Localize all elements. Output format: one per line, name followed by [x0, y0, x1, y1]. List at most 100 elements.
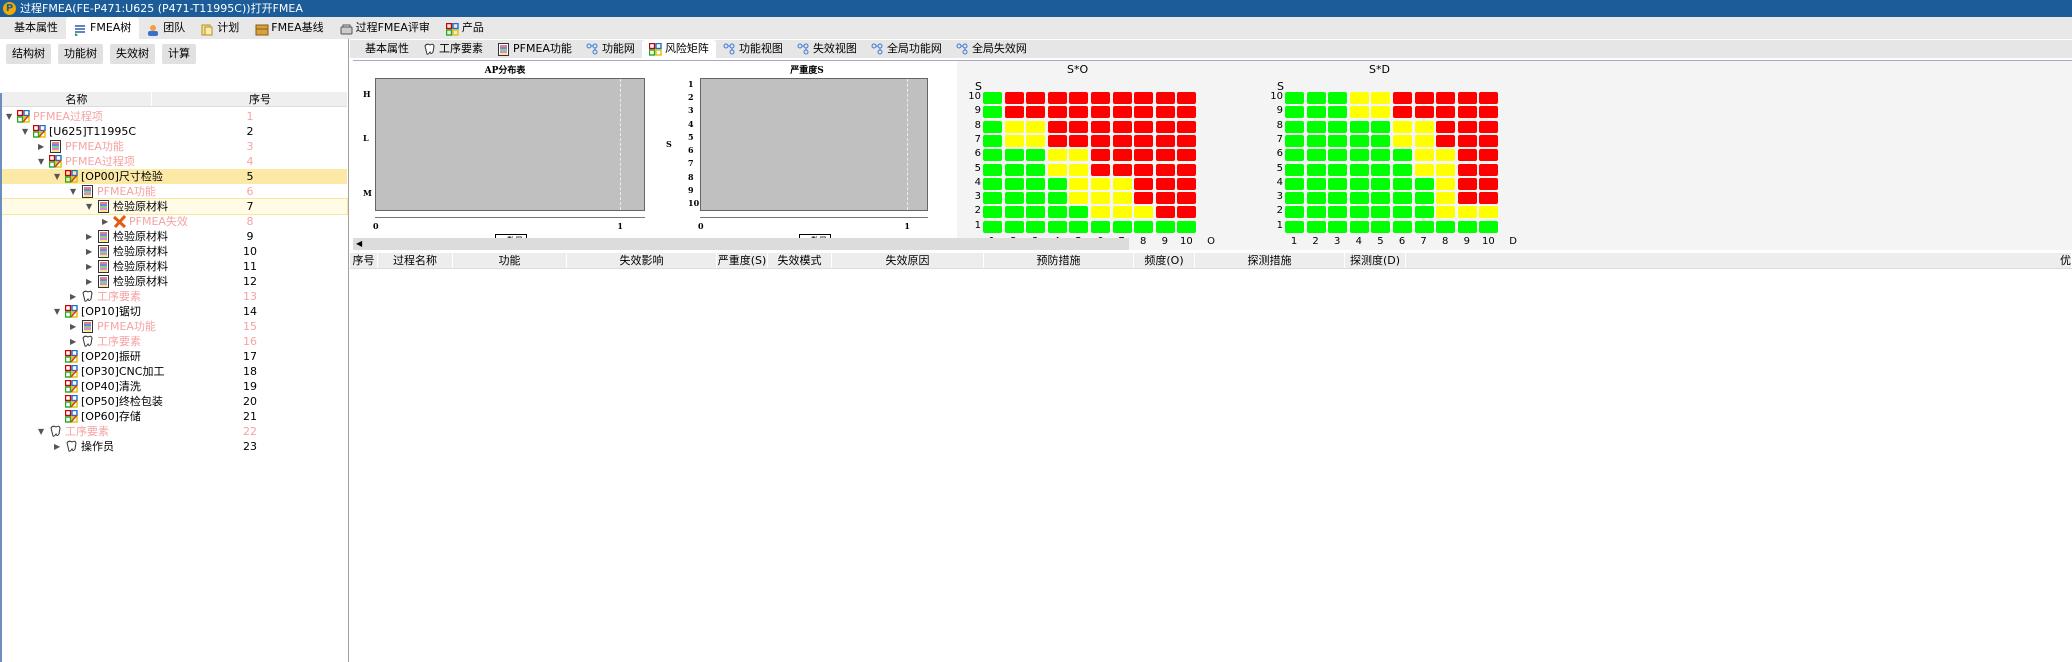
expanded-arrow-icon[interactable]: ▼: [38, 154, 46, 169]
table-column-header[interactable]: 序号: [350, 253, 378, 268]
collapsed-arrow-icon[interactable]: ▶: [38, 139, 46, 154]
top-tab-3[interactable]: 计划: [193, 17, 247, 39]
matrix-cell[interactable]: [1177, 134, 1197, 147]
matrix-cell[interactable]: [1155, 134, 1175, 147]
top-tab-5[interactable]: 过程FMEA评审: [332, 17, 438, 39]
tree-row[interactable]: ▼ PFMEA功能 6: [2, 184, 347, 199]
matrix-cell[interactable]: [1026, 177, 1046, 190]
matrix-cell[interactable]: [1177, 220, 1197, 233]
matrix-cell[interactable]: [1047, 92, 1067, 104]
matrix-cell[interactable]: [1371, 177, 1391, 190]
matrix-cell[interactable]: [1047, 177, 1067, 190]
matrix-cell[interactable]: [1091, 220, 1110, 233]
matrix-cell[interactable]: [1047, 120, 1067, 133]
matrix-cell[interactable]: [1091, 206, 1110, 219]
matrix-cell[interactable]: [1414, 106, 1434, 119]
matrix-cell[interactable]: [1004, 149, 1024, 162]
matrix-cell[interactable]: [1177, 92, 1197, 104]
matrix-cell[interactable]: [1134, 206, 1154, 219]
matrix-cell[interactable]: [1479, 206, 1499, 219]
matrix-cell[interactable]: [1112, 220, 1132, 233]
matrix-cell[interactable]: [1349, 206, 1369, 219]
matrix-cell[interactable]: [1047, 192, 1067, 205]
tree-mode-button-1[interactable]: 功能树: [58, 44, 103, 64]
matrix-cell[interactable]: [1371, 192, 1391, 205]
matrix-cell[interactable]: [1349, 134, 1369, 147]
collapsed-arrow-icon[interactable]: ▶: [70, 334, 78, 349]
matrix-cell[interactable]: [1155, 106, 1175, 119]
matrix-cell[interactable]: [1177, 106, 1197, 119]
table-column-header[interactable]: 功能: [453, 253, 567, 268]
expanded-arrow-icon[interactable]: ▼: [22, 124, 30, 139]
collapsed-arrow-icon[interactable]: ▶: [70, 289, 78, 304]
matrix-cell[interactable]: [1479, 120, 1499, 133]
tree-row[interactable]: [OP50]终检包装 20: [2, 394, 347, 409]
matrix-cell[interactable]: [1457, 220, 1477, 233]
matrix-cell[interactable]: [1134, 106, 1154, 119]
table-column-header[interactable]: 严重度(S): [717, 253, 768, 268]
matrix-cell[interactable]: [1004, 134, 1024, 147]
matrix-cell[interactable]: [983, 220, 1002, 233]
tree-row[interactable]: ▼ 工序要素 22: [2, 424, 347, 439]
matrix-cell[interactable]: [1004, 206, 1024, 219]
matrix-cell[interactable]: [1155, 149, 1175, 162]
detail-tab-2[interactable]: PFMEA功能: [490, 40, 579, 58]
matrix-cell[interactable]: [1047, 149, 1067, 162]
matrix-cell[interactable]: [1155, 206, 1175, 219]
matrix-cell[interactable]: [1393, 149, 1412, 162]
tree-row[interactable]: [OP40]清洗 19: [2, 379, 347, 394]
matrix-cell[interactable]: [1091, 149, 1110, 162]
matrix-cell[interactable]: [1047, 220, 1067, 233]
matrix-cell[interactable]: [983, 206, 1002, 219]
matrix-cell[interactable]: [1177, 149, 1197, 162]
matrix-cell[interactable]: [1328, 149, 1348, 162]
matrix-cell[interactable]: [1047, 134, 1067, 147]
matrix-cell[interactable]: [1436, 149, 1456, 162]
matrix-cell[interactable]: [1177, 177, 1197, 190]
matrix-cell[interactable]: [1306, 206, 1326, 219]
matrix-cell[interactable]: [1328, 163, 1348, 176]
matrix-cell[interactable]: [1479, 177, 1499, 190]
matrix-cell[interactable]: [1436, 106, 1456, 119]
matrix-cell[interactable]: [1328, 92, 1348, 104]
matrix-cell[interactable]: [1004, 192, 1024, 205]
table-column-header[interactable]: 频度(O): [1134, 253, 1195, 268]
matrix-cell[interactable]: [1112, 206, 1132, 219]
matrix-cell[interactable]: [1371, 106, 1391, 119]
matrix-cell[interactable]: [1479, 220, 1499, 233]
matrix-cell[interactable]: [1457, 206, 1477, 219]
tree-row[interactable]: ▼ [OP00]尺寸检验 5: [2, 169, 347, 184]
number-column-header[interactable]: 序号: [152, 92, 347, 106]
matrix-cell[interactable]: [1457, 163, 1477, 176]
top-tab-6[interactable]: 产品: [438, 17, 492, 39]
matrix-cell[interactable]: [1112, 177, 1132, 190]
matrix-cell[interactable]: [1371, 163, 1391, 176]
table-column-header[interactable]: 失效影响: [567, 253, 717, 268]
matrix-cell[interactable]: [1134, 120, 1154, 133]
matrix-cell[interactable]: [1004, 163, 1024, 176]
collapsed-arrow-icon[interactable]: ▶: [86, 229, 94, 244]
matrix-cell[interactable]: [1177, 120, 1197, 133]
collapsed-arrow-icon[interactable]: ▶: [70, 319, 78, 334]
matrix-cell[interactable]: [1328, 192, 1348, 205]
tree-mode-button-0[interactable]: 结构树: [6, 44, 51, 64]
matrix-cell[interactable]: [1091, 120, 1110, 133]
matrix-cell[interactable]: [1004, 106, 1024, 119]
tree-row[interactable]: ▼ [U625]T11995C 2: [2, 124, 347, 139]
horizontal-scrollbar[interactable]: ◀: [353, 238, 1129, 250]
matrix-cell[interactable]: [983, 92, 1002, 104]
table-column-header[interactable]: 预防措施: [984, 253, 1134, 268]
matrix-cell[interactable]: [1436, 92, 1456, 104]
tree-row[interactable]: ▶ 检验原材料 9: [2, 229, 347, 244]
matrix-cell[interactable]: [1414, 192, 1434, 205]
matrix-cell[interactable]: [1349, 106, 1369, 119]
matrix-cell[interactable]: [1004, 92, 1024, 104]
matrix-cell[interactable]: [1091, 163, 1110, 176]
matrix-cell[interactable]: [1134, 177, 1154, 190]
matrix-cell[interactable]: [1457, 149, 1477, 162]
matrix-cell[interactable]: [1285, 192, 1304, 205]
tree-row[interactable]: ▶ 操作员 23: [2, 439, 347, 454]
matrix-cell[interactable]: [1112, 120, 1132, 133]
matrix-cell[interactable]: [1004, 220, 1024, 233]
matrix-cell[interactable]: [1177, 206, 1197, 219]
